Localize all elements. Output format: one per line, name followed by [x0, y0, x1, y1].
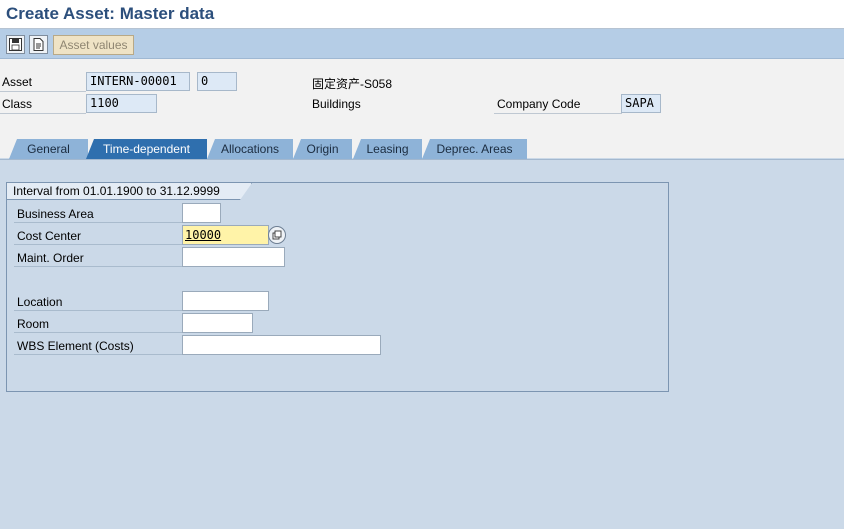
business-area-input[interactable]	[182, 203, 221, 223]
maint-order-input[interactable]	[182, 247, 285, 267]
save-button[interactable]	[6, 35, 25, 54]
tab-allocations[interactable]: Allocations	[207, 139, 293, 159]
business-area-underline	[14, 222, 182, 223]
class-label-underline	[0, 113, 86, 114]
document-button[interactable]	[29, 35, 48, 54]
tab-leasing[interactable]: Leasing	[353, 139, 422, 159]
wbs-element-input[interactable]	[182, 335, 381, 355]
room-label: Room	[17, 317, 50, 331]
maint-order-label: Maint. Order	[17, 251, 84, 265]
asset-number-field[interactable]: INTERN-00001	[86, 72, 190, 91]
location-input[interactable]	[182, 291, 269, 311]
class-label: Class	[2, 97, 33, 111]
business-area-label: Business Area	[17, 207, 94, 221]
asset-label: Asset	[2, 75, 33, 89]
asset-description: 固定资产-S058	[312, 77, 393, 91]
asset-subnumber-field[interactable]: 0	[197, 72, 237, 91]
cost-center-value-help-button[interactable]	[268, 226, 286, 244]
interval-group-title: Interval from 01.01.1900 to 31.12.9999	[7, 183, 252, 200]
location-underline	[14, 310, 182, 311]
location-label: Location	[17, 295, 63, 309]
document-icon	[33, 38, 44, 51]
company-code-field[interactable]: SAPA	[621, 94, 661, 113]
save-icon	[9, 38, 22, 51]
maint-order-underline	[14, 266, 182, 267]
page-title: Create Asset: Master data	[6, 4, 215, 23]
asset-values-button[interactable]: Asset values	[53, 35, 134, 55]
interval-group-box	[6, 182, 669, 392]
wbs-element-label: WBS Element (Costs)	[17, 339, 134, 353]
value-help-icon	[272, 230, 282, 240]
cost-center-input[interactable]: 10000	[182, 225, 269, 245]
tab-deprec-areas[interactable]: Deprec. Areas	[422, 139, 527, 159]
cost-center-label: Cost Center	[17, 229, 82, 243]
room-input[interactable]	[182, 313, 253, 333]
room-underline	[14, 332, 182, 333]
company-code-label: Company Code	[497, 97, 581, 111]
cost-center-underline	[14, 244, 182, 245]
tab-origin[interactable]: Origin	[293, 139, 352, 159]
class-description: Buildings	[312, 97, 361, 111]
tab-general[interactable]: General	[9, 139, 88, 159]
tab-time-dependent[interactable]: Time-dependent	[86, 139, 207, 159]
asset-label-underline	[0, 91, 86, 92]
class-field[interactable]: 1100	[86, 94, 157, 113]
company-code-underline	[494, 113, 622, 114]
wbs-element-underline	[14, 354, 182, 355]
